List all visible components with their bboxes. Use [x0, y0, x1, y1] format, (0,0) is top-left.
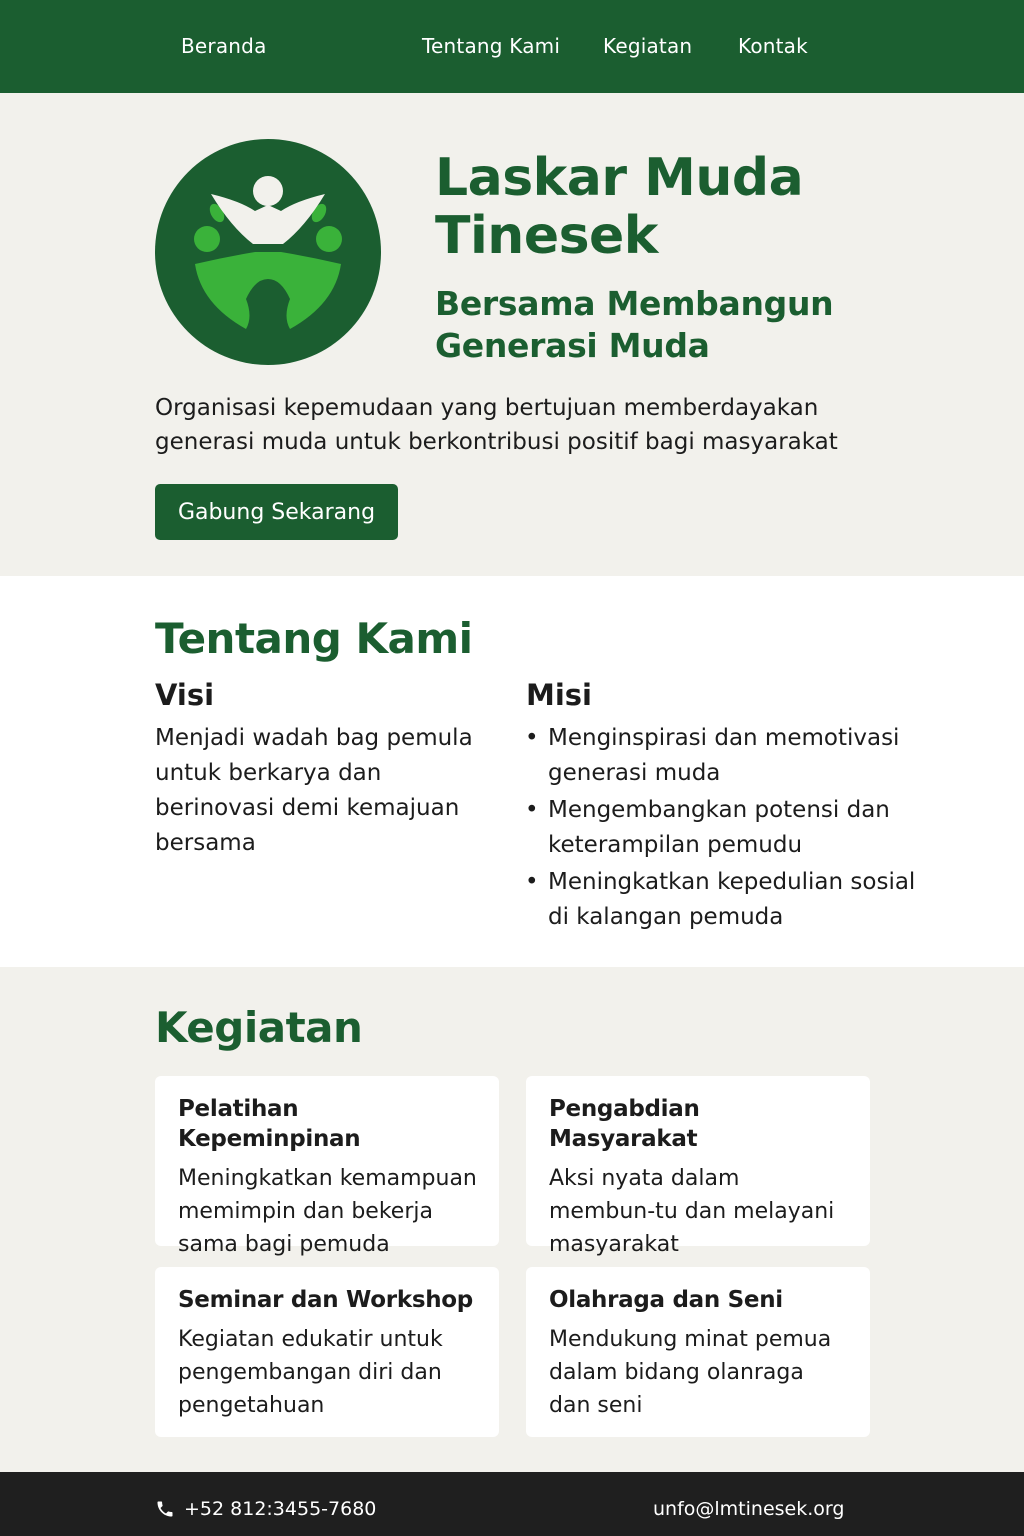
nav-item-kontak[interactable]: Kontak: [738, 34, 808, 58]
nav-item-tentang-kami[interactable]: Tentang Kami: [422, 34, 560, 58]
top-nav: Beranda Tentang Kami Kegiatan Kontak: [0, 0, 1024, 93]
visi-heading: Visi: [155, 678, 215, 712]
visi-text: Menjadi wadah bag pemula untuk berkarya …: [155, 725, 473, 856]
about-title: Tentang Kami: [155, 614, 473, 663]
footer-email[interactable]: unfo@lmtinesek.org: [653, 1498, 844, 1520]
hero-description: Organisasi kepemudaan yang bertujuan mem…: [155, 395, 838, 455]
footer: +52 812:3455-7680 unfo@lmtinesek.org: [0, 1472, 1024, 1536]
activities-title: Kegiatan: [155, 1003, 363, 1052]
activities-section: Kegiatan Pelatihan Kepeminpinan Meningka…: [0, 967, 1024, 1472]
list-item: Mengembangkan potensi dan keterampilan p…: [525, 793, 925, 863]
activity-card-description: Kegiatan edukatir untuk pengembangan dir…: [178, 1327, 443, 1418]
phone-number: +52 812:3455-7680: [184, 1498, 377, 1520]
activity-card-title: Pelatihan Kepeminpinan: [178, 1096, 361, 1152]
nav-item-kegiatan[interactable]: Kegiatan: [603, 34, 692, 58]
activity-card-description: Meningkatkan kemampuan memimpin dan beke…: [178, 1166, 477, 1257]
join-now-button[interactable]: Gabung Sekarang: [155, 484, 398, 540]
hero-section: Laskar Muda Tinesek Bersama Membangun Ge…: [0, 93, 1024, 576]
activity-card-title: Seminar dan Workshop: [178, 1287, 473, 1313]
activity-card[interactable]: Seminar dan Workshop Kegiatan edukatir u…: [155, 1267, 499, 1437]
misi-list: Menginspirasi dan memotivasi generasi mu…: [525, 721, 925, 937]
phone-icon: [157, 1501, 173, 1517]
misi-heading: Misi: [526, 678, 593, 712]
list-item: Menginspirasi dan memotivasi generasi mu…: [525, 721, 925, 791]
activity-card-title: Pengabdian Masyarakat: [549, 1096, 700, 1152]
list-item: Meningkatkan kepedulian sosial di kalang…: [525, 865, 925, 935]
about-section: Tentang Kami Visi Menjadi wadah bag pemu…: [0, 576, 1024, 967]
hero-title: Laskar Muda Tinesek: [435, 148, 804, 266]
people-unity-icon: [155, 139, 381, 365]
activity-card-description: Aksi nyata dalam membun-tu dan melayani …: [549, 1166, 835, 1257]
activity-card-title: Olahraga dan Seni: [549, 1287, 783, 1313]
activity-card[interactable]: Pengabdian Masyarakat Aksi nyata dalam m…: [526, 1076, 870, 1257]
activity-card-description: Mendukung minat pemua dalam bidang olanr…: [549, 1327, 832, 1418]
activity-card[interactable]: Olahraga dan Seni Mendukung minat pemua …: [526, 1267, 870, 1437]
activity-card[interactable]: Pelatihan Kepeminpinan Meningkatkan kema…: [155, 1076, 499, 1257]
nav-item-beranda[interactable]: Beranda: [181, 34, 267, 58]
hero-subtitle: Bersama Membangun Generasi Muda: [435, 284, 834, 365]
footer-phone[interactable]: +52 812:3455-7680: [155, 1498, 376, 1520]
